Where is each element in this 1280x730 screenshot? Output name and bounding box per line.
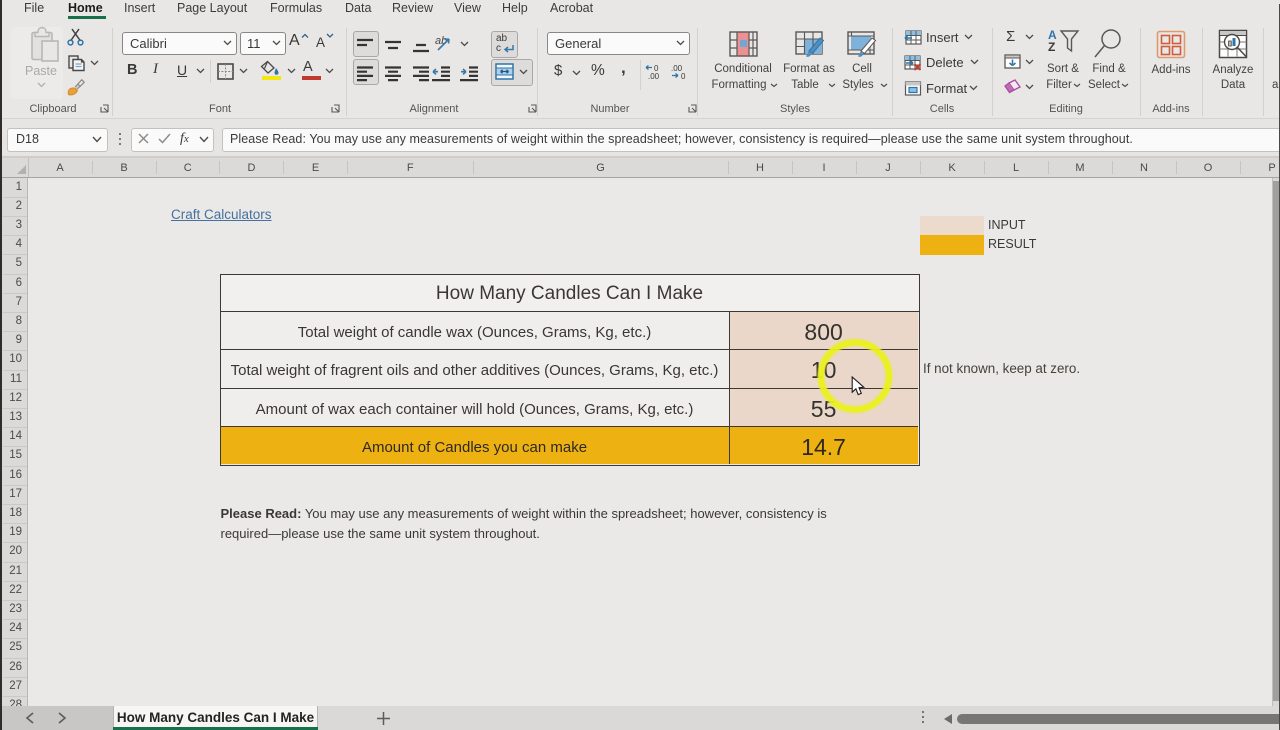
- svg-text:.00: .00: [648, 72, 660, 81]
- svg-text:0: 0: [681, 72, 686, 81]
